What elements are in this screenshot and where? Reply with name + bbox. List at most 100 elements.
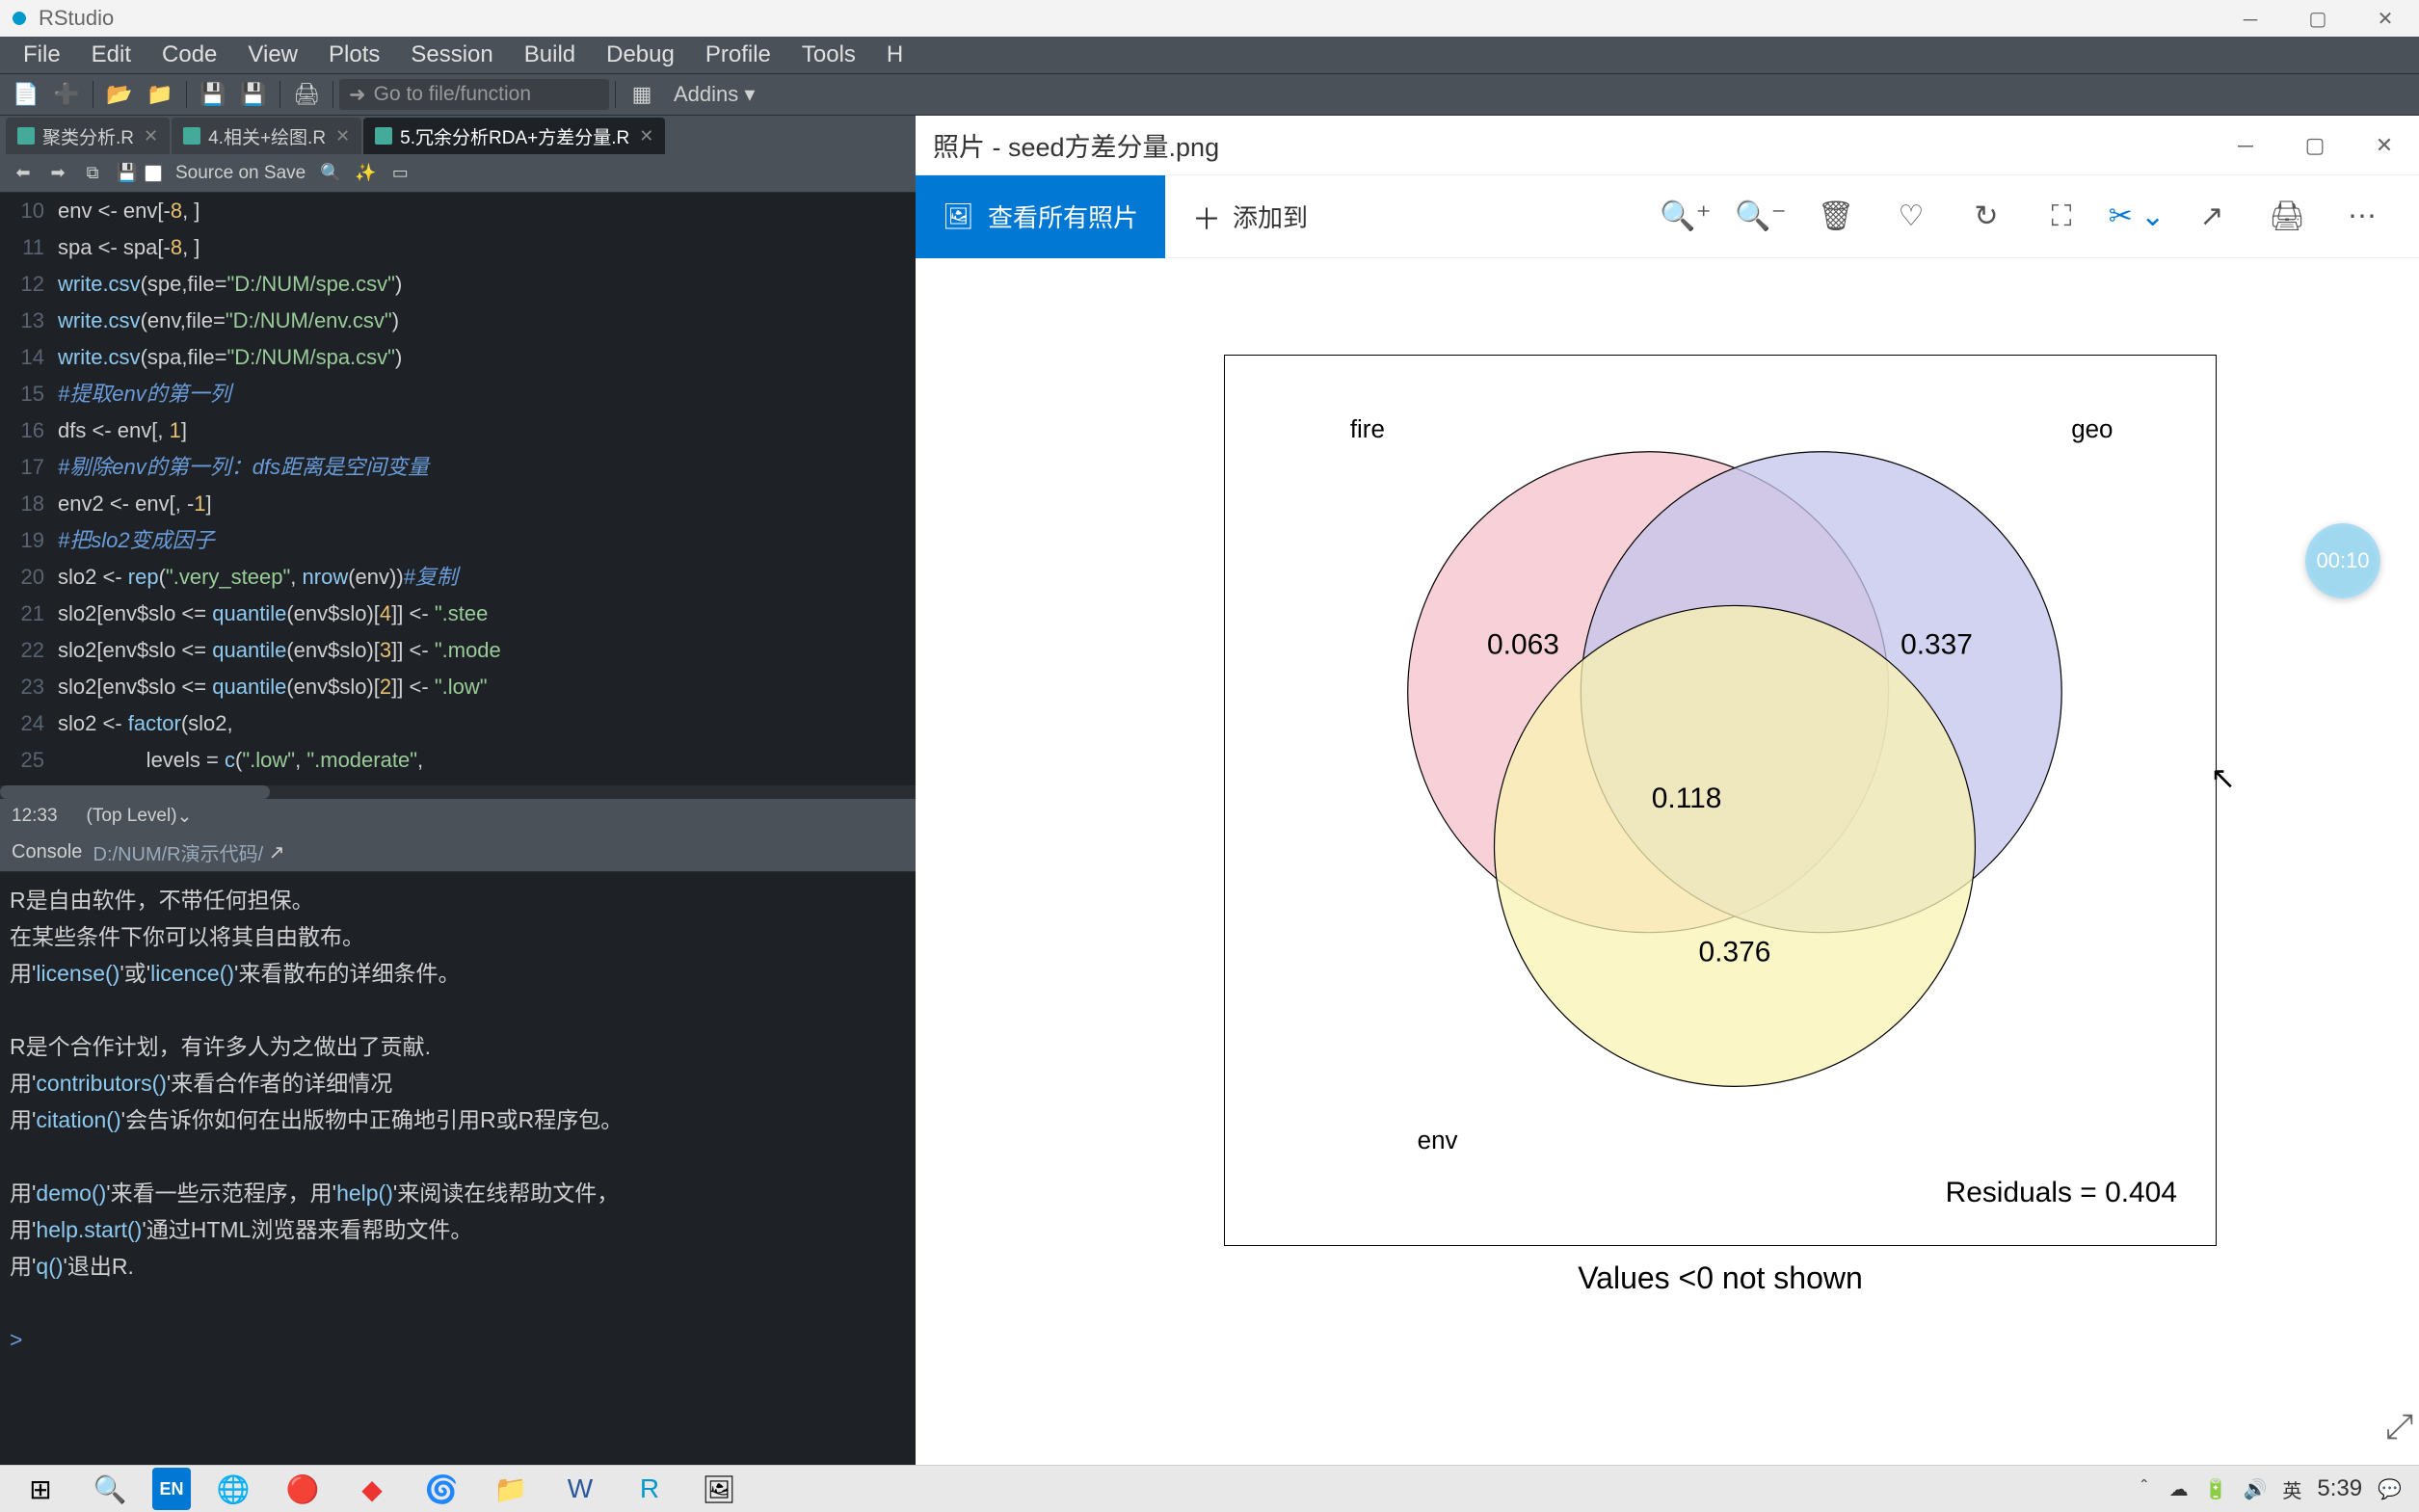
battery-icon[interactable]: 🔋 [2204,1477,2228,1501]
code-line[interactable]: 24slo2 <- factor(slo2, [0,705,916,742]
rotate-button[interactable]: ↻ [1949,188,2024,246]
app-icon[interactable]: ◆ [345,1468,399,1510]
scope-selector[interactable]: (Top Level) ⌄ [87,806,193,828]
view-all-photos-button[interactable]: 🖼 查看所有照片 [916,175,1165,258]
menu-session[interactable]: Session [395,41,508,68]
console-path: D:/NUM/R演示代码/ [93,838,264,866]
addins-menu[interactable]: Addins ▾ [674,82,755,107]
save-editor-button[interactable]: 💾 [113,159,142,188]
print-button[interactable]: 🖨 [289,77,324,112]
forward-button[interactable]: ➡ [43,159,72,188]
open-recent-button[interactable]: 📁 [143,77,177,112]
back-button[interactable]: ⬅ [9,159,38,188]
code-editor[interactable]: 10env <- env[-8, ]11spa <- spa[-8, ]12wr… [0,193,916,785]
open-file-button[interactable]: 📂 [102,77,137,112]
code-line[interactable]: 13write.csv(env,file="D:/NUM/env.csv") [0,303,916,339]
word-icon[interactable]: W [553,1468,607,1510]
code-line[interactable]: 15#提取env的第一列 [0,376,916,412]
menu-view[interactable]: View [232,41,313,68]
photos-minimize-button[interactable]: － [2211,116,2280,175]
start-button[interactable]: ⊞ [13,1468,67,1510]
zoom-out-button[interactable]: 🔍⁻ [1723,188,1798,246]
code-line[interactable]: 17#剔除env的第一列：dfs距离是空间变量 [0,449,916,486]
zoom-in-button[interactable]: 🔍⁺ [1648,188,1723,246]
maximize-button[interactable]: ▢ [2284,0,2352,37]
save-all-button[interactable]: 💾 [236,77,271,112]
add-to-button[interactable]: ＋ 添加到 [1165,196,1335,238]
code-line[interactable]: 26table(slo2) [0,779,916,785]
tab-cluster[interactable]: 聚类分析.R✕ [6,118,170,154]
editor-scrollbar[interactable] [0,785,916,799]
code-line[interactable]: 10env <- env[-8, ] [0,193,916,229]
menu-profile[interactable]: Profile [690,41,786,68]
grid-icon[interactable]: ▦ [625,77,659,112]
console[interactable]: R是自由软件，不带任何担保。在某些条件下你可以将其自由散布。用'license(… [0,872,916,1484]
edge-icon[interactable]: 🌀 [414,1468,468,1510]
code-line[interactable]: 25 levels = c(".low", ".moderate", [0,742,916,779]
close-icon[interactable]: ✕ [639,126,653,146]
menu-edit[interactable]: Edit [76,41,146,68]
ime-indicator[interactable]: 英 [2282,1475,2301,1503]
code-line[interactable]: 14write.csv(spa,file="D:/NUM/spa.csv") [0,339,916,376]
photos-toolbar: 🖼 查看所有照片 ＋ 添加到 🔍⁺ 🔍⁻ 🗑 ♡ ↻ ⛶ ✂ ⌄ ↗ 🖨 ⋯ [916,175,2419,258]
more-button[interactable]: ⋯ [2325,188,2400,246]
code-line[interactable]: 22slo2[env$slo <= quantile(env$slo)[3]] … [0,632,916,669]
share-button[interactable]: ↗ [2174,188,2249,246]
editor-statusbar: 12:33 (Top Level) ⌄ [0,799,916,834]
tray-chevron-icon[interactable]: ＾ [2135,1475,2154,1503]
new-file-button[interactable]: 📄 [9,77,43,112]
code-line[interactable]: 23slo2[env$slo <= quantile(env$slo)[2]] … [0,669,916,705]
show-in-new-window-button[interactable]: ⧉ [78,159,107,188]
close-button[interactable]: ✕ [2352,0,2419,37]
menu-code[interactable]: Code [146,41,232,68]
run-icon[interactable]: ↗ [269,840,285,864]
goto-file-input[interactable]: ➜Go to file/function [339,79,609,110]
chrome-icon[interactable]: 🔴 [276,1468,330,1510]
menu-debug[interactable]: Debug [591,41,690,68]
volume-icon[interactable]: 🔊 [2243,1477,2267,1501]
editor-toolbar: ⬅ ➡ ⧉ 💾 Source on Save 🔍 ✨ ▭ [0,154,916,193]
source-on-save-checkbox[interactable] [145,165,162,182]
favorite-button[interactable]: ♡ [1874,188,1949,246]
delete-button[interactable]: 🗑 [1798,188,1874,246]
search-button[interactable]: 🔍 [83,1468,137,1510]
code-line[interactable]: 16dfs <- env[, 1] [0,412,916,449]
notebook-button[interactable]: ▭ [385,159,414,188]
menu-file[interactable]: File [8,41,76,68]
menu-help[interactable]: H [871,41,918,68]
code-line[interactable]: 11spa <- spa[-8, ] [0,229,916,266]
tab-corr[interactable]: 4.相关+绘图.R✕ [172,118,361,154]
photos-close-button[interactable]: ✕ [2350,116,2419,175]
print-photo-button[interactable]: 🖨 [2249,188,2325,246]
photos-taskbar-icon[interactable]: 🖼 [692,1468,746,1510]
photos-maximize-button[interactable]: ▢ [2280,116,2350,175]
onedrive-icon[interactable]: ☁ [2169,1477,2189,1501]
crop-button[interactable]: ⛶ [2024,188,2099,246]
r-file-icon [183,127,200,145]
code-line[interactable]: 18env2 <- env[, -1] [0,486,916,522]
console-line: 用'demo()'来看一些示范程序，用'help()'来阅读在线帮助文件， [10,1175,906,1211]
rstudio-taskbar-icon[interactable]: R [623,1468,677,1510]
menu-build[interactable]: Build [509,41,591,68]
code-line[interactable]: 19#把slo2变成因子 [0,522,916,559]
minimize-button[interactable]: － [2217,0,2284,37]
close-icon[interactable]: ✕ [144,126,158,146]
save-button[interactable]: 💾 [196,77,230,112]
code-line[interactable]: 20slo2 <- rep(".very_steep", nrow(env))#… [0,559,916,596]
clock[interactable]: 5:39 [2317,1475,2362,1502]
new-project-button[interactable]: ➕ [49,77,84,112]
lang-indicator[interactable]: EN [152,1468,191,1510]
edit-button[interactable]: ✂ ⌄ [2099,188,2174,246]
code-line[interactable]: 21slo2[env$slo <= quantile(env$slo)[4]] … [0,596,916,632]
tab-rda[interactable]: 5.冗余分析RDA+方差分量.R✕ [363,118,665,154]
notifications-icon[interactable]: 💬 [2378,1477,2402,1501]
close-icon[interactable]: ✕ [335,126,350,146]
explorer-icon[interactable]: 📁 [484,1468,538,1510]
menu-tools[interactable]: Tools [786,41,871,68]
find-button[interactable]: 🔍 [316,159,345,188]
resize-grip-icon[interactable]: ⤢ [2385,1406,2413,1447]
ie-icon[interactable]: 🌐 [206,1468,260,1510]
code-line[interactable]: 12write.csv(spe,file="D:/NUM/spe.csv") [0,266,916,303]
menu-plots[interactable]: Plots [313,41,395,68]
wand-button[interactable]: ✨ [351,159,380,188]
